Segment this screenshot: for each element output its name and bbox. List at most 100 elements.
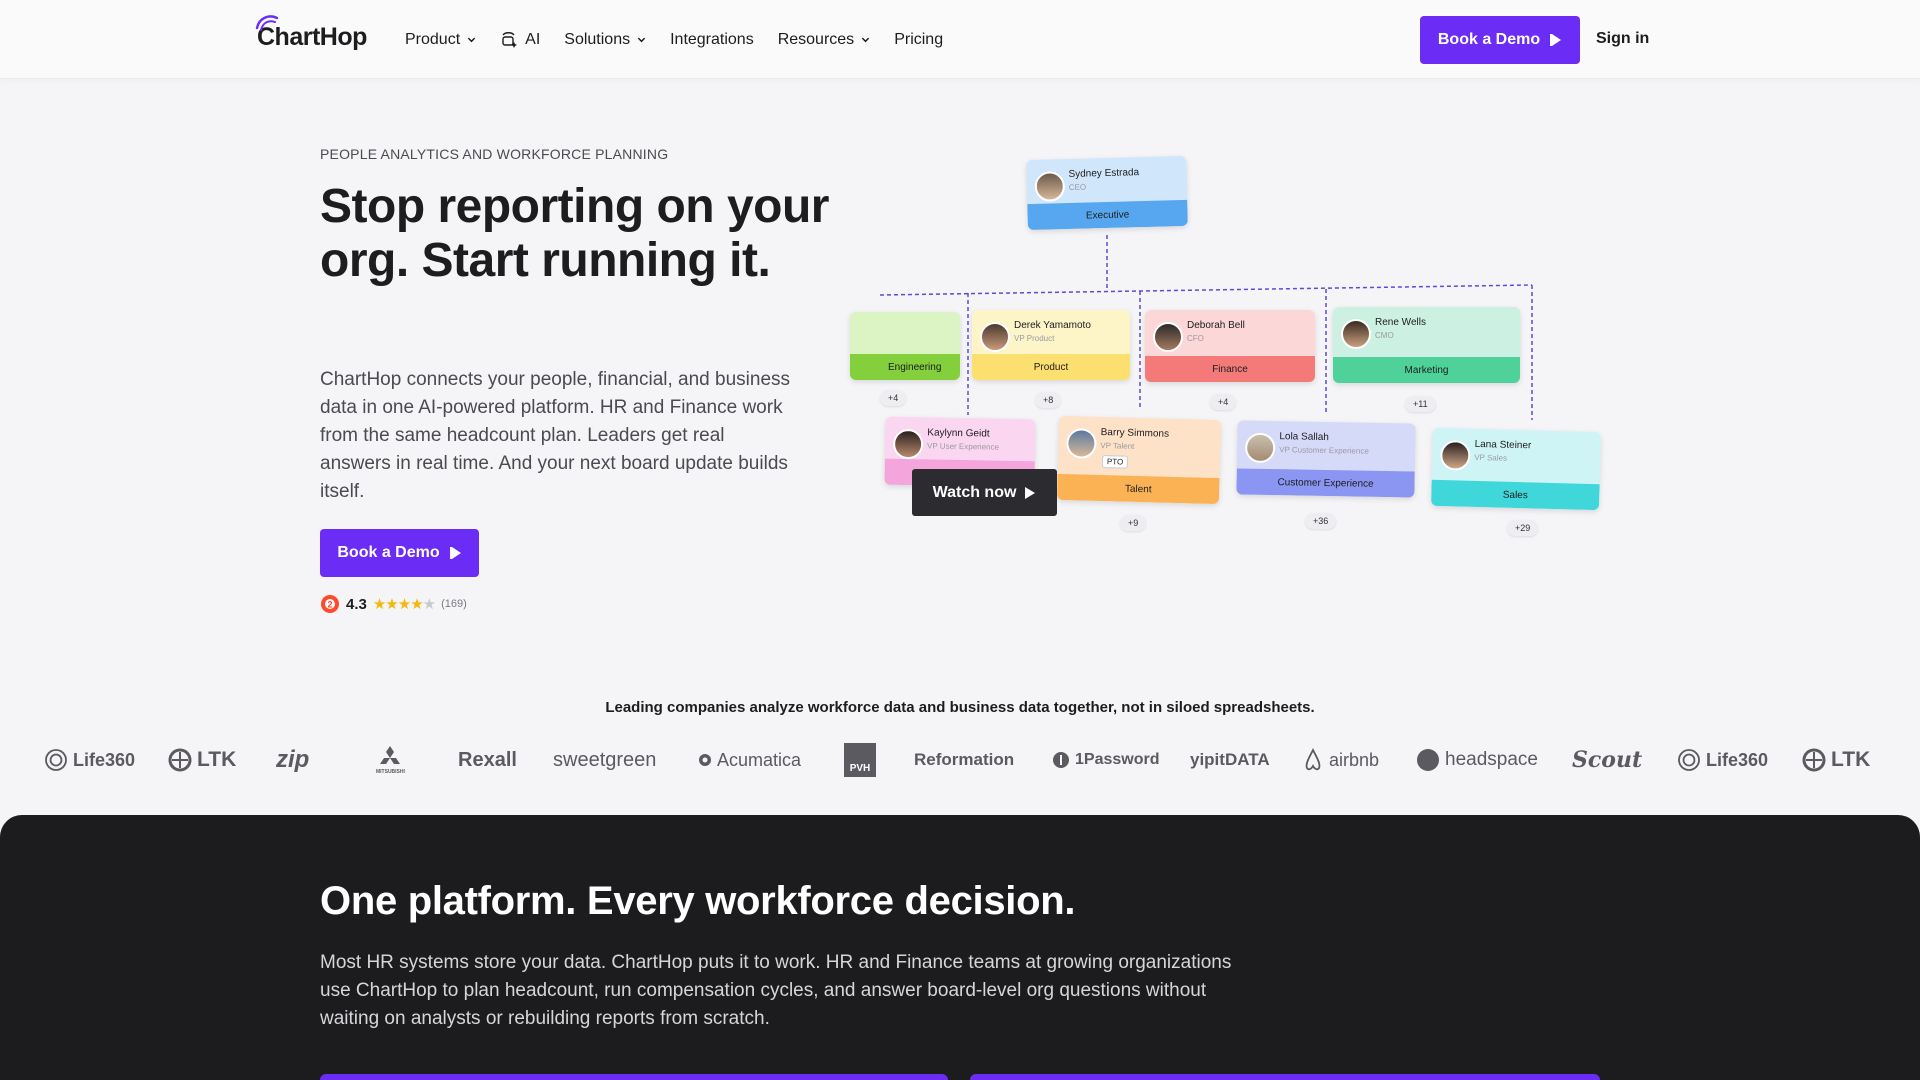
sign-in-link[interactable]: Sign in [1596, 30, 1649, 48]
org-card-finance: Deborah Bell CFO Finance [1145, 310, 1315, 382]
logos-heading: Leading companies analyze workforce data… [605, 699, 1315, 716]
book-demo-label: Book a Demo [337, 544, 440, 561]
hero-eyebrow: PEOPLE ANALYTICS AND WORKFORCE PLANNING [320, 146, 669, 162]
employee-role: VP Customer Experience [1279, 445, 1369, 456]
life360-icon [45, 749, 67, 771]
avatar [1439, 440, 1471, 471]
nav-item-integrations[interactable]: Integrations [670, 31, 754, 49]
headcount-pill: +8 [1035, 392, 1062, 408]
ltk-icon [168, 748, 192, 772]
avatar [980, 322, 1010, 352]
avatar [1244, 432, 1276, 464]
employee-name: Kaylynn Geidt [927, 427, 990, 440]
headcount-pill: +29 [1507, 520, 1539, 536]
department-label: Finance [1145, 356, 1315, 382]
department-label: Talent [1056, 473, 1220, 505]
logo-text: PVH [844, 743, 876, 777]
logo-text: LTK [1831, 748, 1871, 771]
1password-icon [1053, 752, 1069, 768]
life360-icon [1678, 749, 1700, 771]
headspace-icon [1417, 749, 1439, 771]
charthop-logo[interactable]: ChartHop [255, 15, 367, 52]
avatar [1034, 171, 1066, 202]
section-title: One platform. Every workforce decision. [320, 879, 1076, 923]
chevron-down-icon [862, 37, 870, 43]
play-icon [1025, 486, 1036, 499]
nav-item-label: AI [525, 30, 541, 48]
book-demo-button[interactable]: Book a Demo [1420, 16, 1580, 64]
hero-book-demo-button[interactable]: Book a Demo [320, 529, 479, 577]
avatar [1153, 322, 1183, 352]
headcount-pill: +11 [1405, 396, 1436, 412]
logo-mark-icon [255, 15, 279, 31]
nav-item-resources[interactable]: Resources [778, 31, 870, 49]
org-card-customer-experience: Lola Sallah VP Customer Experience Custo… [1236, 420, 1416, 498]
nav-item-label: Solutions [564, 30, 631, 48]
employee-name: Sydney Estrada [1068, 167, 1140, 180]
avatar [1341, 319, 1371, 349]
logo-yipitdata: yipitDATA [1190, 737, 1270, 783]
nav-item-label: Integrations [670, 30, 754, 48]
employee-name: Rene Wells [1375, 317, 1426, 328]
employee-name: Lola Sallah [1279, 431, 1329, 444]
g2-rating[interactable]: 2 4.3 ★★★★★ (169) [320, 594, 467, 614]
department-label: Sales [1431, 479, 1600, 511]
logo-airbnb: airbnb [1302, 737, 1379, 783]
logo-text: Life360 [73, 749, 136, 770]
airbnb-icon [1305, 748, 1321, 771]
org-card-sales: Lana Steiner VP Sales Sales [1431, 427, 1601, 511]
nav-item-pricing[interactable]: Pricing [894, 31, 943, 49]
feature-card-top-edge [970, 1074, 1600, 1080]
mitsubishi-diamonds-icon [380, 745, 401, 764]
nav-item-ai[interactable]: AI [500, 31, 540, 49]
g2-logo-icon: 2 [321, 595, 339, 613]
employee-role: CFO [1187, 334, 1204, 343]
logo-ltk: LTK [168, 737, 236, 783]
employee-role: VP User Experience [927, 441, 1000, 452]
employee-role: VP Sales [1474, 452, 1508, 463]
logo-1password: 1Password [1052, 737, 1159, 783]
logo-text: airbnb [1329, 749, 1380, 770]
logo-ltk: LTK [1802, 737, 1870, 783]
nav-item-label: Resources [777, 30, 855, 48]
logo-text: LTK [197, 748, 237, 771]
chevron-down-icon [637, 37, 646, 43]
logo-life360: Life360 [1677, 737, 1768, 783]
logo-text: Scout [1572, 747, 1643, 773]
employee-role: CEO [1068, 182, 1087, 192]
logo-text: MITSUBISHI [376, 768, 405, 775]
department-label: Product [972, 354, 1130, 380]
nav-item-product[interactable]: Product [405, 31, 476, 49]
nav-item-solutions[interactable]: Solutions [564, 31, 646, 49]
logo-text: zip [276, 746, 310, 773]
logo-pvh: PVH [844, 737, 876, 783]
main-menu: Product AI Solutions Integrations Resour… [405, 0, 943, 79]
watch-now-button[interactable]: Watch now [912, 469, 1057, 516]
customer-logo-strip: Life360 LTK zip MITSUBISHI Rexall sweetg… [0, 737, 1920, 783]
org-card-ceo: Sydney Estrada CEO Executive [1026, 155, 1188, 231]
logo-text: yipitDATA [1190, 750, 1270, 769]
headcount-pill: +4 [880, 390, 907, 406]
logo-sweetgreen: sweetgreen [553, 737, 656, 783]
logo-text: Reformation [914, 750, 1015, 769]
org-card-engineering: Engineering [850, 312, 960, 380]
svg-text:2: 2 [327, 600, 332, 610]
employee-role: VP Talent [1100, 440, 1135, 451]
platform-section: One platform. Every workforce decision. … [0, 815, 1920, 1080]
nav-item-label: Pricing [894, 30, 944, 48]
section-body: Most HR systems store your data. ChartHo… [320, 952, 1232, 1029]
logo-zip: zip [276, 737, 309, 783]
org-card-marketing: Rene Wells CMO Marketing [1333, 307, 1520, 383]
review-count: (169) [441, 598, 467, 610]
hero-title: Stop reporting on your org. Start runnin… [320, 180, 829, 287]
logo-reformation: Reformation [914, 737, 1014, 783]
rating-value: 4.3 [346, 595, 367, 613]
ltk-icon [1802, 748, 1826, 772]
org-card-product: Derek Yamamoto VP Product Product [972, 310, 1130, 380]
watch-now-label: Watch now [932, 483, 1017, 501]
play-icon [1550, 34, 1562, 46]
chevron-down-icon [467, 37, 476, 43]
org-chart-illustration[interactable]: Sydney Estrada CEO Executive Engineering… [850, 140, 1601, 550]
headcount-pill: +36 [1305, 513, 1337, 529]
department-label: Executive [1027, 199, 1188, 231]
